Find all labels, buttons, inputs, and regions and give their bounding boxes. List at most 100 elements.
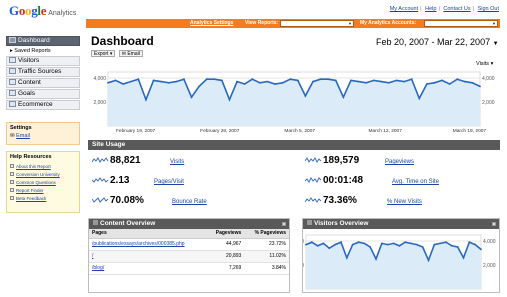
data-point: [213, 78, 216, 81]
x-tick-label: March 19, 2007: [453, 128, 487, 134]
sidebar-item-goals[interactable]: Goals: [6, 89, 80, 99]
site-usage-title: Site Usage: [92, 141, 126, 148]
series-area: [306, 242, 481, 289]
data-point: [310, 241, 313, 244]
sidebar-item-ecommerce[interactable]: Ecommerce: [6, 100, 80, 110]
content-icon: [9, 79, 16, 85]
data-point: [296, 79, 299, 82]
ecommerce-icon: [9, 101, 16, 107]
chevron-down-icon: ▼: [492, 41, 499, 47]
pct-pageviews-cell: 11.02%: [244, 250, 289, 263]
data-point: [380, 242, 383, 245]
data-point: [479, 85, 481, 88]
data-point: [398, 244, 401, 247]
data-point: [387, 81, 390, 84]
export-button[interactable]: Export ▾: [91, 50, 116, 57]
column-header-pct-pageviews[interactable]: % Pageviews: [244, 229, 289, 239]
page-link[interactable]: /blog/: [92, 265, 104, 271]
pageviews-cell: 20,893: [206, 250, 245, 263]
accounts-select[interactable]: ▼: [424, 20, 498, 27]
help-link-common-questions[interactable]: Common Questions: [16, 180, 56, 185]
data-point: [175, 80, 178, 83]
data-point: [427, 259, 430, 262]
bounce-rate-link[interactable]: Bounce Rate: [172, 196, 207, 208]
panel-icon: [93, 220, 98, 225]
traffic-sources-icon: [9, 68, 16, 74]
help-link-beta-feedback[interactable]: Beta Feedback: [16, 196, 46, 201]
settings-email-link[interactable]: Email: [16, 133, 30, 139]
sidebar-item-visitors[interactable]: Visitors: [6, 56, 80, 66]
account-toolbar: Analytics Settings View Reports: ▼ My An…: [86, 19, 500, 28]
data-point: [137, 78, 140, 81]
data-point: [228, 98, 231, 101]
help-link-report-finder[interactable]: Report Finder: [16, 188, 44, 193]
column-header-pages[interactable]: Pages: [89, 229, 207, 239]
data-point: [198, 85, 201, 88]
sidebar-item-dashboard[interactable]: Dashboard: [6, 36, 80, 46]
help-link-about[interactable]: About this Report: [16, 164, 51, 169]
visits-link[interactable]: Visits: [170, 156, 184, 168]
data-point: [395, 79, 398, 82]
data-point: [439, 242, 442, 245]
data-point: [474, 243, 477, 246]
data-point: [319, 78, 322, 81]
pageviews-link[interactable]: Pageviews: [385, 156, 414, 168]
sidebar-item-traffic-sources[interactable]: Traffic Sources: [6, 67, 80, 77]
data-point: [462, 256, 465, 259]
content-overview-panel: Content Overview Pages Pageviews % Pagev…: [88, 218, 290, 293]
sparkline-icon: [92, 177, 109, 183]
data-point: [183, 78, 185, 81]
sign-out-link[interactable]: Sign Out: [478, 6, 499, 12]
avg-time-link[interactable]: Avg. Time on Site: [392, 176, 439, 188]
data-point: [365, 81, 368, 84]
sparkline-icon: [92, 197, 109, 203]
pct-pageviews-cell: 23.72%: [244, 238, 289, 251]
data-point: [340, 241, 342, 244]
sidebar: Dashboard ▸ Saved Reports Visitors Traff…: [6, 36, 80, 111]
page-link[interactable]: /publications/essays/archives/000385.php: [92, 241, 185, 247]
new-visits-value: 73.36%: [323, 195, 357, 206]
data-point: [281, 81, 284, 84]
help-link[interactable]: Help: [425, 6, 436, 12]
avg-time-value: 00:01:48: [323, 175, 364, 186]
sidebar-item-content[interactable]: Content: [6, 78, 80, 88]
analytics-settings-link[interactable]: Analytics Settings: [190, 20, 233, 27]
data-point: [410, 78, 413, 81]
data-point: [369, 246, 372, 248]
help-link-conversion-university[interactable]: Conversion University: [16, 172, 60, 177]
x-tick-label: February 19, 2007: [116, 128, 156, 134]
visitors-icon: [9, 57, 16, 63]
contact-us-link[interactable]: Contact Us: [443, 6, 470, 12]
column-header-pageviews[interactable]: Pageviews: [206, 229, 245, 239]
metric-select[interactable]: Visits ▾: [476, 61, 493, 67]
saved-reports-link[interactable]: ▸ Saved Reports: [6, 47, 80, 55]
visitors-overview-panel: Visitors Overview 4,000 4,000 2,000 2,000: [291, 218, 500, 293]
data-point: [328, 247, 331, 250]
content-overview-header: Content Overview: [89, 219, 289, 229]
date-range-picker[interactable]: Feb 20, 2007 - Mar 22, 2007 ▼: [376, 37, 499, 50]
data-point: [107, 81, 109, 84]
x-tick-label: February 26, 2007: [200, 128, 240, 134]
new-visits-link[interactable]: % New Visits: [387, 196, 422, 208]
data-point: [471, 81, 474, 84]
close-icon[interactable]: [282, 222, 286, 226]
data-point: [342, 96, 345, 99]
my-account-link[interactable]: My Account: [390, 6, 418, 12]
data-point: [304, 95, 307, 97]
data-point: [312, 80, 314, 83]
view-reports-select[interactable]: ▼: [280, 20, 354, 27]
view-reports-label: View Reports:: [245, 20, 279, 26]
page-title: Dashboard: [91, 34, 154, 48]
close-icon[interactable]: [492, 222, 496, 226]
sparkline-icon: [305, 197, 322, 203]
y-tick-label: 4,000: [483, 239, 496, 245]
page-link[interactable]: /: [92, 253, 93, 259]
data-point: [114, 79, 117, 82]
data-point: [205, 78, 208, 81]
email-button[interactable]: ✉ Email: [118, 50, 143, 57]
pages-per-visit-link[interactable]: Pages/Visit: [154, 176, 184, 188]
site-usage-header: Site Usage: [88, 140, 500, 150]
sparkline-icon: [92, 157, 109, 163]
data-point: [258, 81, 261, 84]
data-point: [316, 244, 319, 247]
